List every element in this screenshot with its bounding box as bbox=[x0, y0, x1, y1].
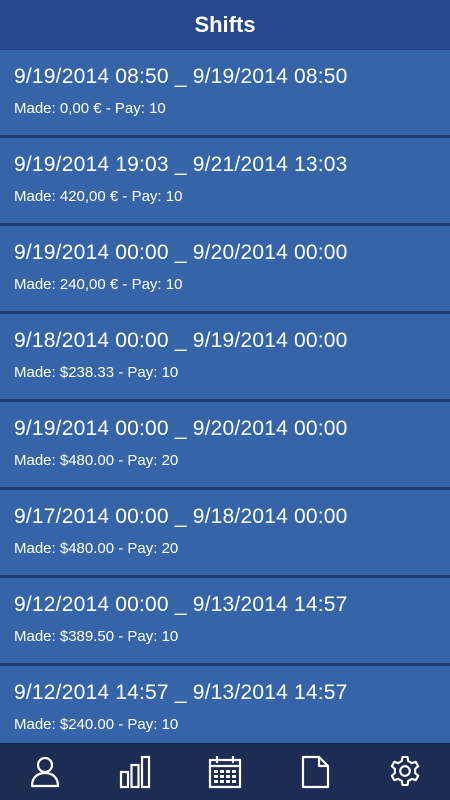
shift-row[interactable]: 9/19/2014 00:00 _ 9/20/2014 00:00 Made: … bbox=[0, 402, 450, 487]
bottom-tab-bar bbox=[0, 743, 450, 800]
shift-earnings: Made: $389.50 - Pay: 10 bbox=[14, 628, 179, 645]
shift-row[interactable]: 9/19/2014 08:50 _ 9/19/2014 08:50 Made: … bbox=[0, 50, 450, 135]
shift-earnings: Made: $238.33 - Pay: 10 bbox=[14, 364, 179, 381]
shift-time-range: 9/12/2014 00:00 _ 9/13/2014 14:57 bbox=[14, 593, 348, 616]
user-icon bbox=[30, 756, 60, 788]
shift-list[interactable]: 9/19/2014 08:50 _ 9/19/2014 08:50 Made: … bbox=[0, 50, 450, 743]
tab-settings[interactable] bbox=[375, 744, 435, 800]
bar-chart-icon bbox=[119, 755, 151, 789]
tab-stats[interactable] bbox=[105, 744, 165, 800]
shift-time-range: 9/19/2014 00:00 _ 9/20/2014 00:00 bbox=[14, 241, 348, 264]
shift-time-range: 9/19/2014 00:00 _ 9/20/2014 00:00 bbox=[14, 417, 348, 440]
shift-row[interactable]: 9/19/2014 00:00 _ 9/20/2014 00:00 Made: … bbox=[0, 226, 450, 311]
shift-earnings: Made: 420,00 € - Pay: 10 bbox=[14, 188, 183, 205]
shift-earnings: Made: 240,00 € - Pay: 10 bbox=[14, 276, 183, 293]
tab-profile[interactable] bbox=[15, 744, 75, 800]
tab-reports[interactable] bbox=[285, 744, 345, 800]
shift-time-range: 9/17/2014 00:00 _ 9/18/2014 00:00 bbox=[14, 505, 348, 528]
app-window: Shifts 9/19/2014 08:50 _ 9/19/2014 08:50… bbox=[0, 0, 450, 800]
shift-time-range: 9/19/2014 19:03 _ 9/21/2014 13:03 bbox=[14, 153, 348, 176]
shift-earnings: Made: $480.00 - Pay: 20 bbox=[14, 452, 179, 469]
shift-earnings: Made: 0,00 € - Pay: 10 bbox=[14, 100, 166, 117]
shift-earnings: Made: $240.00 - Pay: 10 bbox=[14, 716, 179, 733]
shift-row[interactable]: 9/12/2014 00:00 _ 9/13/2014 14:57 Made: … bbox=[0, 578, 450, 663]
shift-time-range: 9/18/2014 00:00 _ 9/19/2014 00:00 bbox=[14, 329, 348, 352]
document-icon bbox=[301, 755, 330, 789]
shift-row[interactable]: 9/18/2014 00:00 _ 9/19/2014 00:00 Made: … bbox=[0, 314, 450, 399]
shift-time-range: 9/12/2014 14:57 _ 9/13/2014 14:57 bbox=[14, 681, 348, 704]
shift-time-range: 9/19/2014 08:50 _ 9/19/2014 08:50 bbox=[14, 65, 348, 88]
gear-icon bbox=[390, 755, 420, 787]
calendar-icon bbox=[208, 756, 242, 789]
shift-earnings: Made: $480.00 - Pay: 20 bbox=[14, 540, 179, 557]
shift-row[interactable]: 9/17/2014 00:00 _ 9/18/2014 00:00 Made: … bbox=[0, 490, 450, 575]
tab-calendar[interactable] bbox=[195, 744, 255, 800]
shift-row[interactable]: 9/12/2014 14:57 _ 9/13/2014 14:57 Made: … bbox=[0, 666, 450, 743]
shift-row[interactable]: 9/19/2014 19:03 _ 9/21/2014 13:03 Made: … bbox=[0, 138, 450, 223]
top-bar: Shifts bbox=[0, 0, 450, 50]
page-title: Shifts bbox=[194, 12, 256, 37]
